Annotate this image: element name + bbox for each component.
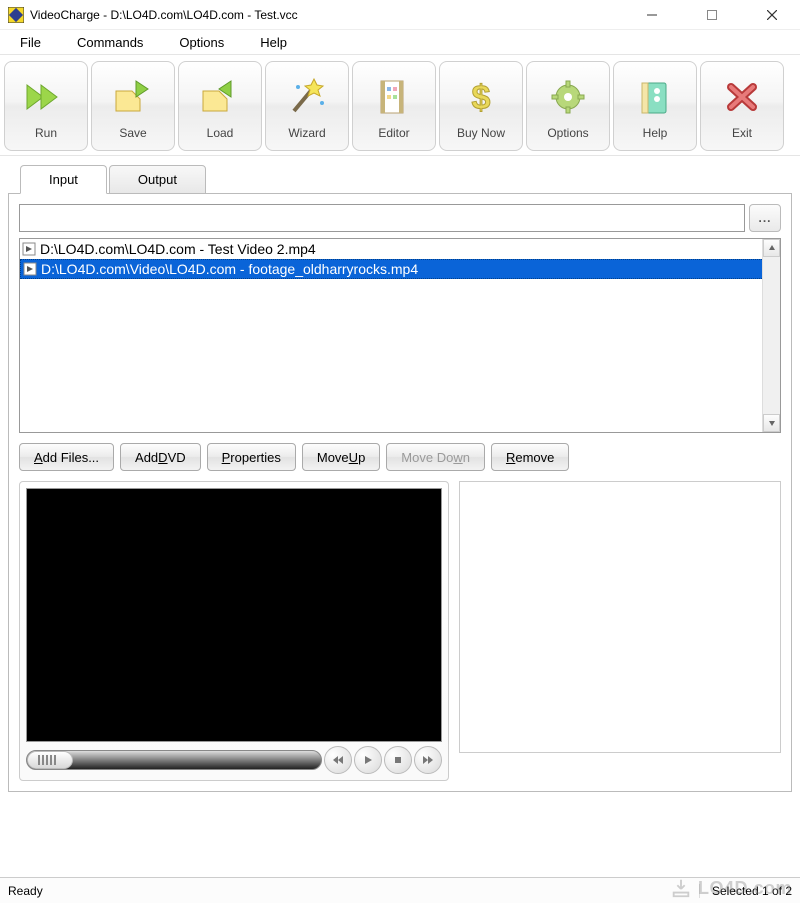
video-preview[interactable] [26,488,442,742]
buy-now-button[interactable]: $ Buy Now [439,61,523,151]
scroll-up-button[interactable] [763,239,780,257]
close-icon [717,73,767,121]
file-path: D:\LO4D.com\LO4D.com - Test Video 2.mp4 [40,241,316,257]
save-button[interactable]: Save [91,61,175,151]
app-icon [8,7,24,23]
preview-panel [19,481,449,781]
status-bar: Ready Selected 1 of 2 [0,877,800,903]
load-icon [195,73,245,121]
input-panel: ... D:\LO4D.com\LO4D.com - Test Video 2.… [8,193,792,792]
maximize-button[interactable] [692,4,732,26]
menu-help[interactable]: Help [246,33,301,52]
status-text: Ready [8,884,699,898]
move-down-button: Move Down [386,443,485,471]
list-item[interactable]: D:\LO4D.com\LO4D.com - Test Video 2.mp4 [20,239,780,259]
stop-button[interactable] [384,746,412,774]
menu-commands[interactable]: Commands [63,33,157,52]
dollar-icon: $ [456,73,506,121]
file-path: D:\LO4D.com\Video\LO4D.com - footage_old… [41,261,418,277]
next-button[interactable] [414,746,442,774]
title-bar: VideoCharge - D:\LO4D.com\LO4D.com - Tes… [0,0,800,30]
help-button[interactable]: Help [613,61,697,151]
scroll-down-button[interactable] [763,414,780,432]
side-panel [459,481,781,753]
path-input[interactable] [19,204,745,232]
exit-button[interactable]: Exit [700,61,784,151]
svg-text:$: $ [472,79,491,117]
status-selection: Selected 1 of 2 [699,884,792,898]
save-icon [108,73,158,121]
run-button[interactable]: Run [4,61,88,151]
tabs: Input Output [8,164,792,193]
help-icon [630,73,680,121]
editor-icon [369,73,419,121]
close-button[interactable] [752,4,792,26]
browse-button[interactable]: ... [749,204,781,232]
minimize-button[interactable] [632,4,672,26]
media-controls [26,746,442,774]
seek-thumb[interactable] [27,751,73,769]
menu-bar: File Commands Options Help [0,30,800,54]
list-item[interactable]: D:\LO4D.com\Video\LO4D.com - footage_old… [20,259,780,279]
tab-output[interactable]: Output [109,165,206,194]
menu-options[interactable]: Options [165,33,238,52]
load-button[interactable]: Load [178,61,262,151]
toolbar: Run Save Load Wizard Editor $ Buy Now Op… [0,54,800,156]
play-button[interactable] [354,746,382,774]
options-button[interactable]: Options [526,61,610,151]
video-file-icon [23,262,37,276]
menu-file[interactable]: File [6,33,55,52]
video-file-icon [22,242,36,256]
seek-slider[interactable] [26,750,322,770]
properties-button[interactable]: Properties [207,443,296,471]
window-title: VideoCharge - D:\LO4D.com\LO4D.com - Tes… [30,8,632,22]
file-list[interactable]: D:\LO4D.com\LO4D.com - Test Video 2.mp4 … [19,238,781,433]
prev-button[interactable] [324,746,352,774]
tab-input[interactable]: Input [20,165,107,194]
wizard-icon [282,73,332,121]
gear-icon [543,73,593,121]
editor-button[interactable]: Editor [352,61,436,151]
wizard-button[interactable]: Wizard [265,61,349,151]
scrollbar[interactable] [762,239,780,432]
move-up-button[interactable]: Move Up [302,443,380,471]
run-icon [21,73,71,121]
add-dvd-button[interactable]: Add DVD [120,443,201,471]
add-files-button[interactable]: Add Files... [19,443,114,471]
remove-button[interactable]: Remove [491,443,569,471]
